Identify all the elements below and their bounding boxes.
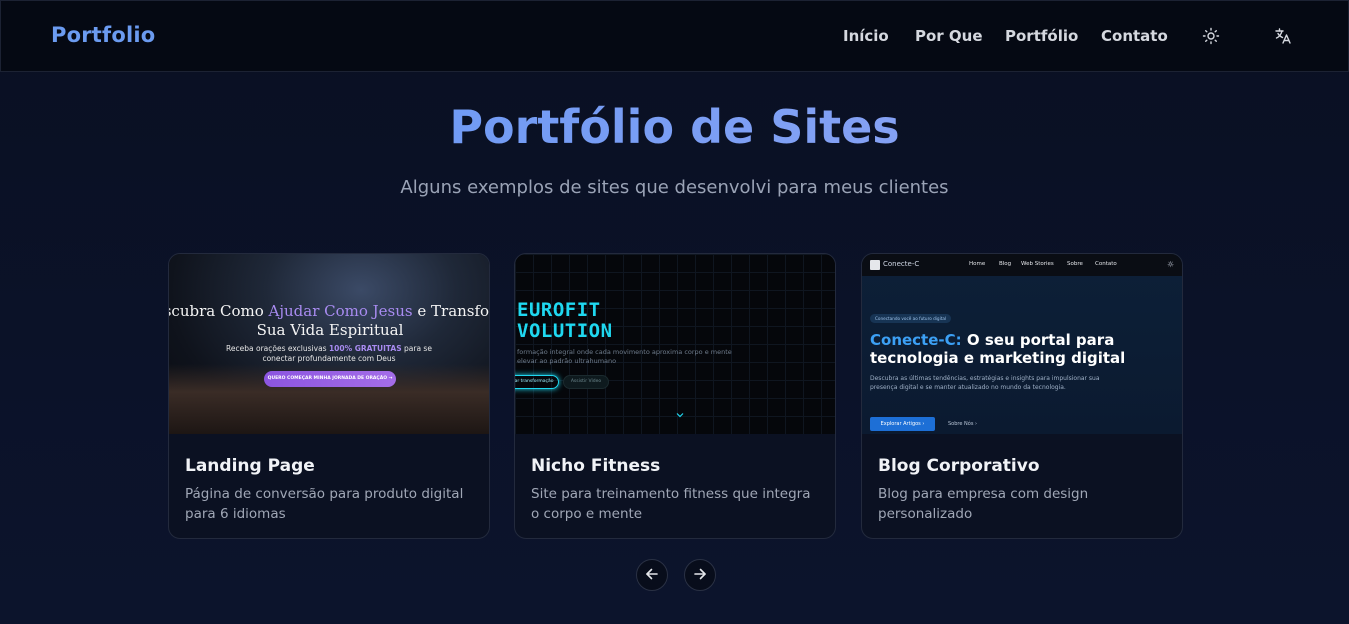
preview-title-line2: VOLUTION (517, 320, 613, 342)
preview-heading-accent: Conecte-C: (870, 331, 962, 349)
preview-headline-post: e Transfor (412, 302, 489, 320)
preview-subtext: Receba orações exclusivas 100% GRATUITAS… (209, 344, 449, 364)
preview-headline-line2: Sua Vida Espiritual (256, 321, 404, 339)
project-thumbnail[interactable]: EUROFIT VOLUTION formação integral onde … (515, 254, 835, 434)
preview-nav-item: Home (969, 261, 986, 267)
card-description: Página de conversão para produto digital… (185, 486, 464, 522)
preview-nav-item: Blog (999, 261, 1012, 267)
carousel-next-button[interactable] (684, 559, 716, 591)
preview-paragraph: Descubra as últimas tendências, estratég… (870, 375, 1100, 391)
section-title: Portfólio de Sites (0, 100, 1349, 154)
preview-nav-item: Sobre (1067, 261, 1083, 267)
preview-logo: Conecte-C (883, 260, 920, 268)
translate-icon[interactable] (1274, 27, 1292, 45)
preview-sun-icon: ☼ (1167, 260, 1175, 269)
project-card-landing-page[interactable]: scubra Como Ajudar Como Jesus e Transfor… (168, 253, 490, 539)
project-card-blog-corporativo[interactable]: Conecte-C Home Blog Web Stories Sobre Co… (861, 253, 1183, 539)
project-card-nicho-fitness[interactable]: EUROFIT VOLUTION formação integral onde … (514, 253, 836, 539)
card-title: Nicho Fitness (531, 456, 661, 476)
card-description: Site para treinamento fitness que integr… (531, 486, 811, 522)
preview-primary-button: niar transformação (515, 375, 559, 389)
preview-headline-highlight: Ajudar Como Jesus (268, 302, 413, 320)
nav-link-por-que[interactable]: Por Que (915, 27, 983, 45)
sun-icon[interactable] (1202, 27, 1220, 45)
card-title: Landing Page (185, 456, 315, 476)
project-thumbnail[interactable]: Conecte-C Home Blog Web Stories Sobre Co… (862, 254, 1182, 434)
preview-nav-item: Web Stories (1021, 261, 1054, 267)
nav-links: Início Por Que Portfólio Contato (1, 27, 1348, 47)
card-description: Blog para empresa com design personaliza… (878, 486, 1089, 522)
preview-logo-icon (870, 260, 880, 270)
nav-link-contato[interactable]: Contato (1101, 27, 1168, 45)
nav-link-inicio[interactable]: Início (843, 27, 889, 45)
preview-headline-pre: scubra Como (169, 302, 269, 320)
navbar: Portfolio Início Por Que Portfólio Conta… (0, 0, 1349, 72)
preview-heading: Conecte-C: O seu portal para tecnologia … (870, 331, 1130, 367)
arrow-right-icon (693, 567, 707, 584)
preview-pill: Conectando você ao futuro digital (870, 314, 952, 323)
project-thumbnail[interactable]: scubra Como Ajudar Como Jesus e Transfor… (169, 254, 489, 434)
preview-headline: scubra Como Ajudar Como Jesus e Transfor… (169, 302, 489, 340)
preview-title-line1: EUROFIT (517, 299, 601, 321)
preview-sub-pre: Receba orações exclusivas (226, 344, 329, 353)
arrow-left-icon (645, 567, 659, 584)
preview-title: EUROFIT VOLUTION (517, 300, 613, 342)
carousel-prev-button[interactable] (636, 559, 668, 591)
preview-sub-highlight: 100% GRATUITAS (328, 344, 402, 353)
chevron-down-icon (676, 412, 684, 420)
preview-secondary-button: Sobre Nós › (948, 421, 978, 427)
preview-nav-item: Contato (1095, 261, 1117, 267)
preview-cta-button: QUERO COMEÇAR MINHA JORNADA DE ORAÇÃO → (264, 371, 396, 387)
preview-subtext: formação integral onde cada movimento ap… (517, 348, 732, 365)
preview-primary-button: Explorar Artigos › (870, 417, 935, 431)
section-subtitle: Alguns exemplos de sites que desenvolvi … (400, 177, 949, 198)
nav-link-portfolio[interactable]: Portfólio (1005, 27, 1078, 45)
card-title: Blog Corporativo (878, 456, 1040, 476)
preview-secondary-button: Assistir Vídeo (563, 375, 609, 389)
